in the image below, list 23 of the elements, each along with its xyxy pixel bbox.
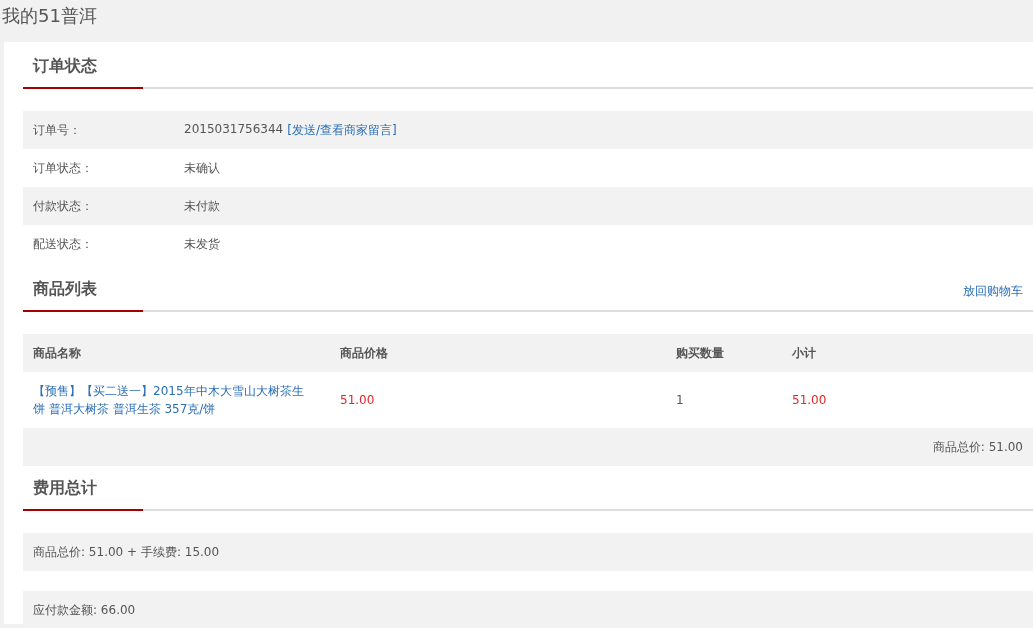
section-heading: 费用总计 <box>32 478 97 499</box>
product-link[interactable]: 【预售】【买二送一】2015年中木大雪山大树茶生饼 普洱大树茶 普洱生茶 357克/饼 <box>33 382 305 418</box>
message-link[interactable]: [发送/查看商家留言] <box>287 121 397 139</box>
column-header: 商品价格 <box>330 334 666 372</box>
column-header: 购买数量 <box>666 334 782 372</box>
price-cell-text: 51.00 <box>339 392 376 409</box>
return-to-cart-link[interactable]: 放回购物车 <box>963 283 1033 310</box>
field-label: 订单号： <box>32 121 82 139</box>
price-cell-text: 51.00 <box>791 392 828 409</box>
section-heading: 商品列表 <box>32 279 97 300</box>
goods-total: 商品总价: 51.00 <box>23 428 1033 466</box>
field-value: 2015031756344 <box>184 121 284 138</box>
field-label: 付款状态： <box>32 197 94 215</box>
field-label: 订单状态： <box>32 159 94 177</box>
column-header: 商品名称 <box>23 334 330 372</box>
field-value: 未付款 <box>184 197 220 215</box>
field-label: 配送状态： <box>32 235 94 253</box>
field-value: 未发货 <box>184 235 220 253</box>
page-title: 我的51普洱 <box>1 4 98 28</box>
quantity-cell-text: 1 <box>675 392 685 409</box>
column-header: 小计 <box>782 334 1033 372</box>
field-value: 未确认 <box>184 159 220 177</box>
section-heading: 订单状态 <box>31 56 97 77</box>
